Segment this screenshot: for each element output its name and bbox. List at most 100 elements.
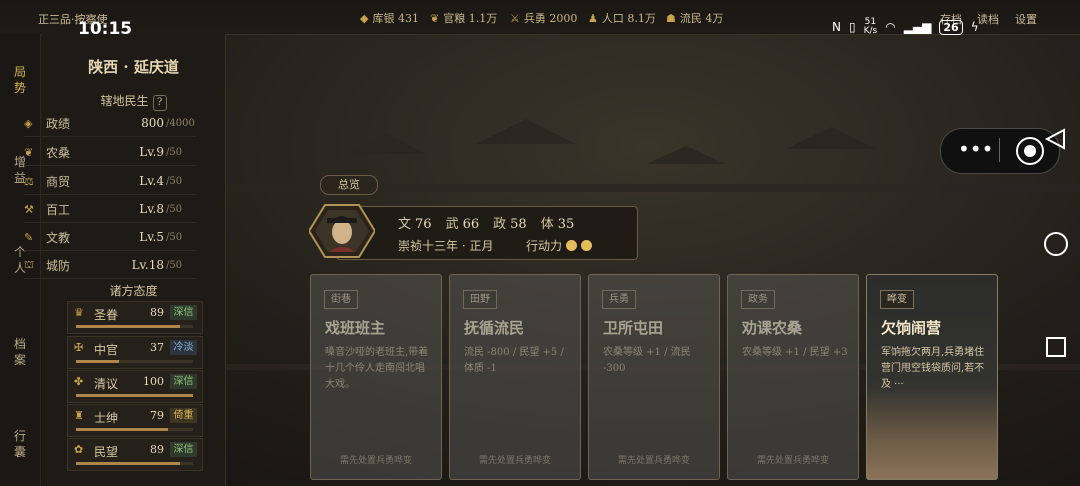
vibrate-icon: ▯: [848, 20, 856, 34]
stat-governance: 政 58: [493, 217, 527, 232]
card-description: 农桑等级 +1 / 流民 -300: [603, 347, 691, 374]
soldier-icon: ⚔: [510, 11, 520, 25]
card-requirement: 需先处置兵勇哗变: [756, 456, 829, 466]
stat-literary: 文 76: [398, 217, 432, 232]
card-description: 军饷拖欠两月,兵勇堵住营门甩空钱袋质问,若不及 ···: [881, 347, 985, 390]
event-card[interactable]: 政务 劝课农桑 农桑等级 +1 / 民望 +3 需先处置兵勇哗变: [727, 274, 859, 480]
card-tag: 政务: [741, 290, 775, 309]
resource-soldiers: ⚔ 兵勇 2000: [510, 11, 578, 26]
trade-icon: ⚖: [24, 174, 34, 188]
attitude-row-gentry[interactable]: ♜ 士绅 79 倚重: [67, 404, 203, 437]
charging-icon: ϟ: [970, 20, 979, 34]
attitude-badge: 倚重: [170, 408, 197, 423]
recents-icon[interactable]: [1046, 337, 1066, 357]
more-icon[interactable]: •••: [958, 137, 993, 161]
farm-icon: ❦: [24, 145, 34, 159]
card-title: 戏班班主: [325, 319, 386, 337]
net-speed: 51 K/s: [863, 17, 878, 36]
card-tag: 街巷: [324, 290, 358, 309]
card-tag: 田野: [463, 290, 497, 309]
wifi-icon: ◠: [885, 20, 896, 34]
attitude-row-imperial[interactable]: ♛ 圣眷 89 深信: [67, 301, 203, 334]
nav-archive[interactable]: 档案: [12, 336, 28, 368]
attitude-bar: [76, 462, 193, 465]
nav-situation[interactable]: 局势: [12, 64, 28, 96]
stat-martial: 武 66: [445, 217, 480, 232]
stat-row-craft: ⚒ 百工 Lv.8/50: [24, 196, 196, 223]
nav-inventory[interactable]: 行囊: [12, 428, 28, 460]
card-description: 嗓音沙哑的老班主,带着十几个伶人走南闯北唱大戏。: [325, 347, 429, 390]
gentry-icon: ♜: [74, 409, 84, 422]
attitude-bar: [76, 360, 193, 363]
card-description: 农桑等级 +1 / 民望 +3: [742, 347, 848, 358]
attitude-badge: 深信: [170, 374, 197, 389]
resource-refugees: ☗ 流民 4万: [666, 11, 724, 26]
province-name: 陕西 · 延庆道: [88, 58, 179, 76]
resource-grain: ❦ 官粮 1.1万: [430, 11, 498, 26]
attitude-badge: 深信: [170, 442, 197, 457]
attitude-row-scholar[interactable]: ✤ 清议 100 深信: [67, 370, 203, 403]
attitude-bar: [76, 428, 193, 431]
policy-icon: ◈: [24, 116, 33, 130]
load-link[interactable]: 读档: [977, 11, 999, 27]
craft-icon: ⚒: [24, 202, 34, 216]
card-description: 流民 -800 / 民望 +5 / 体质 -1: [464, 347, 564, 374]
stats-section-title: 辖地民生?: [42, 92, 225, 111]
imperial-icon: ♛: [74, 306, 84, 319]
resource-population: ♟ 人口 8.1万: [588, 11, 656, 26]
card-tag: 兵勇: [602, 290, 636, 309]
attitude-section-title: 诸方态度: [109, 284, 158, 298]
stat-row-farm: ❦ 农桑 Lv.9/50: [24, 139, 196, 166]
card-title: 抚循流民: [464, 319, 525, 337]
card-title: 卫所屯田: [603, 319, 664, 337]
education-icon: ✎: [24, 230, 34, 244]
signal-icon: ▂▄▆: [903, 20, 932, 34]
people-icon: ✿: [74, 443, 84, 456]
attitude-row-eunuch[interactable]: ✠ 中官 37 冷淡: [67, 336, 203, 369]
back-icon[interactable]: [1044, 128, 1066, 150]
help-button[interactable]: ?: [152, 95, 167, 111]
event-card[interactable]: 田野 抚循流民 流民 -800 / 民望 +5 / 体质 -1 需先处置兵勇哗变: [449, 274, 581, 480]
tab-overview[interactable]: 总览: [320, 175, 378, 195]
refugee-icon: ☗: [666, 11, 676, 25]
attitude-row-people[interactable]: ✿ 民望 89 深信: [67, 438, 203, 471]
close-target-icon[interactable]: [1016, 137, 1044, 165]
event-card[interactable]: 兵勇 卫所屯田 农桑等级 +1 / 流民 -300 需先处置兵勇哗变: [588, 274, 720, 480]
card-tag: 哗变: [880, 290, 914, 309]
stat-row-education: ✎ 文教 Lv.5/50: [24, 224, 196, 251]
card-requirement: 需先处置兵勇哗变: [478, 456, 551, 466]
action-point-dot: [581, 240, 593, 251]
event-card-active[interactable]: 哗变 欠饷闹营 军饷拖欠两月,兵勇堵住营门甩空钱袋质问,若不及 ···: [866, 274, 998, 480]
nfc-icon: N: [832, 20, 841, 34]
attitude-bar: [76, 325, 193, 328]
population-icon: ♟: [588, 11, 598, 25]
attitude-badge: 冷淡: [170, 340, 197, 355]
action-points: 行动力: [526, 237, 593, 254]
settings-link[interactable]: 设置: [1015, 11, 1037, 27]
grain-icon: ❦: [430, 11, 440, 25]
system-status-bar: N ▯ 51 K/s ◠ ▂▄▆ 26 ϟ: [832, 18, 979, 36]
card-requirement: 需先处置兵勇哗变: [617, 456, 690, 466]
card-title: 欠饷闹营: [881, 319, 942, 337]
stat-row-policy: ◈ 政绩 800/4000: [24, 110, 196, 137]
home-icon[interactable]: [1044, 232, 1068, 256]
attitude-bar: [76, 394, 193, 397]
defense-icon: ⛫: [24, 257, 35, 271]
action-point-dot: [566, 240, 578, 251]
character-portrait[interactable]: [309, 203, 375, 259]
card-title: 劝课农桑: [742, 319, 803, 337]
stat-row-defense: ⛫ 城防 Lv.18/50: [24, 252, 196, 279]
attitude-badge: 深信: [170, 305, 197, 320]
battery-indicator: 26: [939, 19, 963, 35]
stat-row-trade: ⚖ 商贸 Lv.4/50: [24, 168, 196, 195]
resource-silver: ◆ 库银 431: [360, 11, 419, 26]
game-date: 崇祯十三年 · 正月: [398, 239, 494, 253]
eunuch-icon: ✠: [74, 341, 84, 354]
card-requirement: 需先处置兵勇哗变: [339, 456, 412, 466]
silver-icon: ◆: [360, 11, 369, 25]
capsule-divider: [999, 138, 1000, 162]
scholar-icon: ✤: [74, 375, 84, 388]
event-card[interactable]: 街巷 戏班班主 嗓音沙哑的老班主,带着十几个伶人走南闯北唱大戏。 需先处置兵勇哗…: [310, 274, 442, 480]
character-stats: 文 76 武 66 政 58 体 35: [398, 213, 574, 232]
stat-physique: 体 35: [540, 217, 575, 232]
